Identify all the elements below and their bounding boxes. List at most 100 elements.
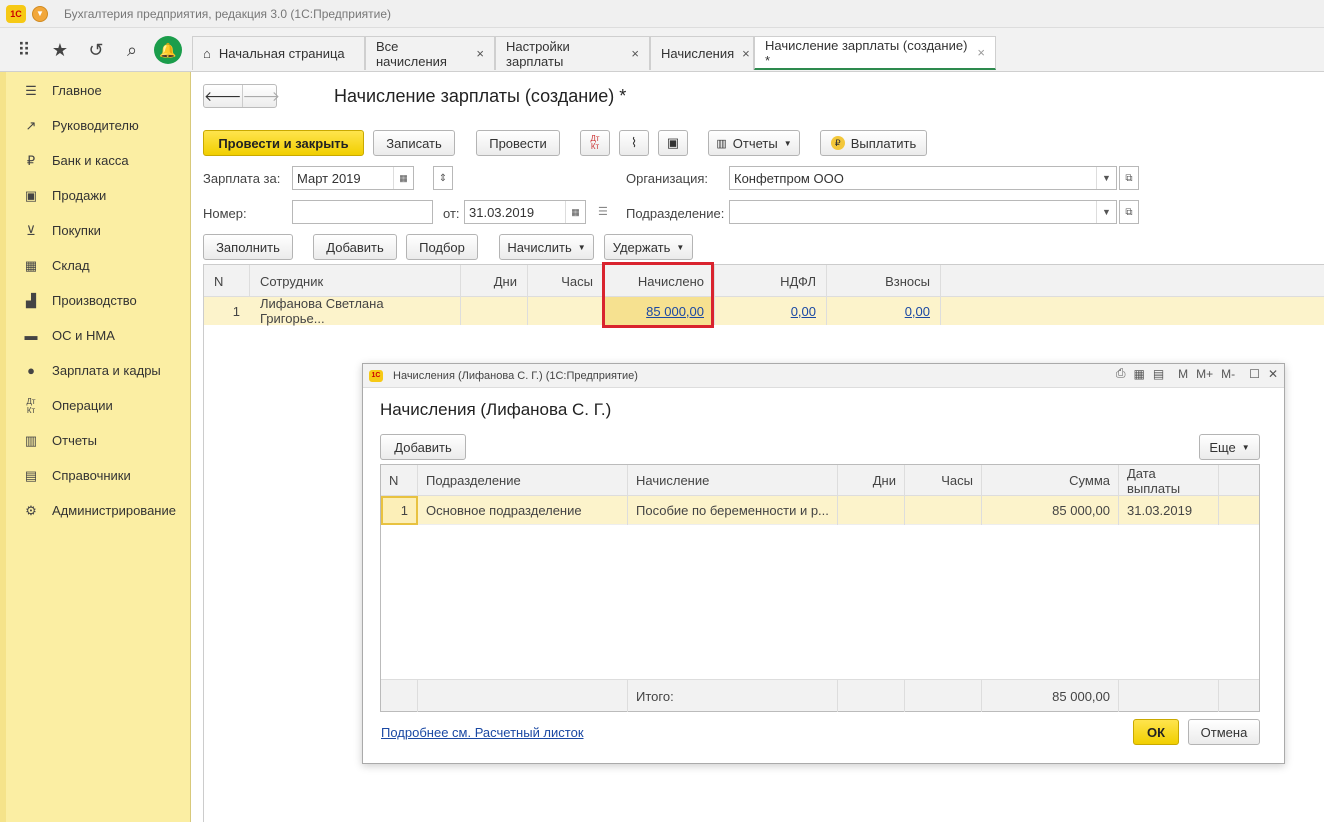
main-menu-button[interactable]: ▼ xyxy=(32,5,48,22)
close-icon[interactable]: ✕ xyxy=(1268,367,1278,381)
accrue-dropdown[interactable]: Начислить ▼ xyxy=(499,234,594,260)
comment-icon[interactable]: ☰ xyxy=(598,205,608,218)
close-icon[interactable]: × xyxy=(476,46,484,61)
open-organization-button[interactable]: ⧉ xyxy=(1119,166,1139,190)
cell-days[interactable] xyxy=(838,496,905,525)
col-ndfl[interactable]: НДФЛ xyxy=(715,265,827,297)
col-n[interactable]: N xyxy=(204,265,250,297)
cell-accrual[interactable]: Пособие по беременности и р... xyxy=(628,496,838,525)
date-input[interactable]: 31.03.2019 ▦ xyxy=(464,200,586,224)
calculator-icon[interactable]: ▦ xyxy=(1133,367,1144,381)
close-icon[interactable]: × xyxy=(977,45,985,60)
tab-home[interactable]: ⌂ Начальная страница xyxy=(192,36,365,70)
sidebar-item-main[interactable]: ☰ Главное xyxy=(6,73,190,108)
close-icon[interactable]: × xyxy=(631,46,639,61)
add-button[interactable]: Добавить xyxy=(313,234,397,260)
sidebar-item-warehouse[interactable]: ▦ Склад xyxy=(6,248,190,283)
sections-grid-icon[interactable]: ⠿ xyxy=(6,32,42,68)
cell-pay-date[interactable]: 31.03.2019 xyxy=(1119,496,1219,525)
salary-period-input[interactable]: Март 2019 ▦ xyxy=(292,166,414,190)
col-pay-date[interactable]: Дата выплаты xyxy=(1119,465,1219,496)
print-icon[interactable]: ⎙ xyxy=(1116,366,1126,381)
number-input[interactable] xyxy=(292,200,433,224)
attach-button[interactable]: ⌇ xyxy=(619,130,649,156)
tab-salary-accrual-create[interactable]: Начисление зарплаты (создание) * × xyxy=(754,36,996,70)
tab-salary-settings[interactable]: Настройки зарплаты × xyxy=(495,36,650,70)
cell-hours[interactable] xyxy=(528,297,604,325)
col-department[interactable]: Подразделение xyxy=(418,465,628,496)
sidebar-item-sales[interactable]: ▣ Продажи xyxy=(6,178,190,213)
pay-button[interactable]: ₽ Выплатить xyxy=(820,130,927,156)
cell-hours[interactable] xyxy=(905,496,982,525)
memory-plus-button[interactable]: M+ xyxy=(1196,367,1213,381)
sidebar-item-payroll[interactable]: ● Зарплата и кадры xyxy=(6,353,190,388)
col-days[interactable]: Дни xyxy=(838,465,905,496)
sidebar-item-operations[interactable]: Дт Кт Операции xyxy=(6,388,190,423)
sidebar-item-fixed-assets[interactable]: ▬ ОС и НМА xyxy=(6,318,190,353)
col-n[interactable]: N xyxy=(381,465,418,496)
cell-contrib[interactable]: 0,00 xyxy=(827,297,941,325)
cancel-button[interactable]: Отмена xyxy=(1188,719,1260,745)
col-hours[interactable]: Часы xyxy=(528,265,604,297)
sidebar-item-purchases[interactable]: ⊻ Покупки xyxy=(6,213,190,248)
cell-n[interactable]: 1 xyxy=(381,496,418,525)
cell-days[interactable] xyxy=(461,297,528,325)
table-row[interactable]: 1 Лифанова Светлана Григорье... 85 000,0… xyxy=(204,296,1324,326)
col-employee[interactable]: Сотрудник xyxy=(250,265,461,297)
tab-accruals[interactable]: Начисления × xyxy=(650,36,754,70)
open-department-button[interactable]: ⧉ xyxy=(1119,200,1139,224)
department-input[interactable]: ▼ xyxy=(729,200,1117,224)
tab-all-accruals[interactable]: Все начисления × xyxy=(365,36,495,70)
dialog-add-button[interactable]: Добавить xyxy=(380,434,466,460)
organization-input[interactable]: Конфетпром ООО ▼ xyxy=(729,166,1117,190)
dt-kt-button[interactable]: Дт Кт xyxy=(580,130,610,156)
calendar-icon[interactable]: ▦ xyxy=(565,201,585,223)
sidebar-item-catalogs[interactable]: ▤ Справочники xyxy=(6,458,190,493)
structure-button[interactable]: ▣ xyxy=(658,130,688,156)
search-icon[interactable]: ⌕ xyxy=(114,32,150,68)
notifications-bell-icon[interactable]: 🔔 xyxy=(154,36,182,64)
back-arrow-icon[interactable]: 🡐 xyxy=(204,85,242,107)
sidebar-item-production[interactable]: ▟ Производство xyxy=(6,283,190,318)
salary-for-label: Зарплата за: xyxy=(203,171,281,186)
sidebar-item-director[interactable]: ↗ Руководителю xyxy=(6,108,190,143)
post-button[interactable]: Провести xyxy=(476,130,560,156)
post-and-close-button[interactable]: Провести и закрыть xyxy=(203,130,364,156)
history-icon[interactable]: ↺ xyxy=(78,32,114,68)
sidebar-item-reports[interactable]: ▥ Отчеты xyxy=(6,423,190,458)
col-accrual[interactable]: Начисление xyxy=(628,465,838,496)
ndfl-link[interactable]: 0,00 xyxy=(791,304,816,319)
calendar-icon[interactable]: ▦ xyxy=(393,167,413,189)
favorites-star-icon[interactable]: ★ xyxy=(42,32,78,68)
select-button[interactable]: Подбор xyxy=(406,234,478,260)
more-dropdown[interactable]: Еще ▼ xyxy=(1199,434,1260,460)
memory-button[interactable]: M xyxy=(1178,367,1188,381)
cell-department[interactable]: Основное подразделение xyxy=(418,496,628,525)
chevron-down-icon[interactable]: ▼ xyxy=(1096,167,1116,189)
col-sum[interactable]: Сумма xyxy=(982,465,1119,496)
forward-arrow-icon[interactable]: 🡒 xyxy=(241,85,280,107)
close-icon[interactable]: × xyxy=(742,46,750,61)
cell-ndfl[interactable]: 0,00 xyxy=(715,297,827,325)
memory-minus-button[interactable]: M- xyxy=(1221,367,1235,381)
table-row[interactable]: 1 Основное подразделение Пособие по бере… xyxy=(381,496,1259,525)
maximize-icon[interactable]: ☐ xyxy=(1249,367,1260,381)
save-button[interactable]: Записать xyxy=(373,130,455,156)
ok-button[interactable]: ОК xyxy=(1133,719,1179,745)
period-spin-button[interactable]: ⇕ xyxy=(433,166,453,190)
contrib-link[interactable]: 0,00 xyxy=(905,304,930,319)
cell-sum[interactable]: 85 000,00 xyxy=(982,496,1119,525)
sidebar-item-bank[interactable]: ₽ Банк и касса xyxy=(6,143,190,178)
chevron-down-icon[interactable]: ▼ xyxy=(1096,201,1116,223)
withhold-dropdown[interactable]: Удержать ▼ xyxy=(604,234,693,260)
sidebar-item-label: Банк и касса xyxy=(52,153,129,168)
sidebar-item-admin[interactable]: ⚙ Администрирование xyxy=(6,493,190,528)
fill-button[interactable]: Заполнить xyxy=(203,234,293,260)
calendar-icon[interactable]: ▤ xyxy=(1153,367,1164,381)
cell-employee[interactable]: Лифанова Светлана Григорье... xyxy=(250,296,461,326)
col-days[interactable]: Дни xyxy=(461,265,528,297)
col-hours[interactable]: Часы xyxy=(905,465,982,496)
reports-dropdown[interactable]: ▥ Отчеты ▼ xyxy=(708,130,800,156)
payslip-link[interactable]: Подробнее см. Расчетный листок xyxy=(381,725,584,740)
col-contrib[interactable]: Взносы xyxy=(827,265,941,297)
